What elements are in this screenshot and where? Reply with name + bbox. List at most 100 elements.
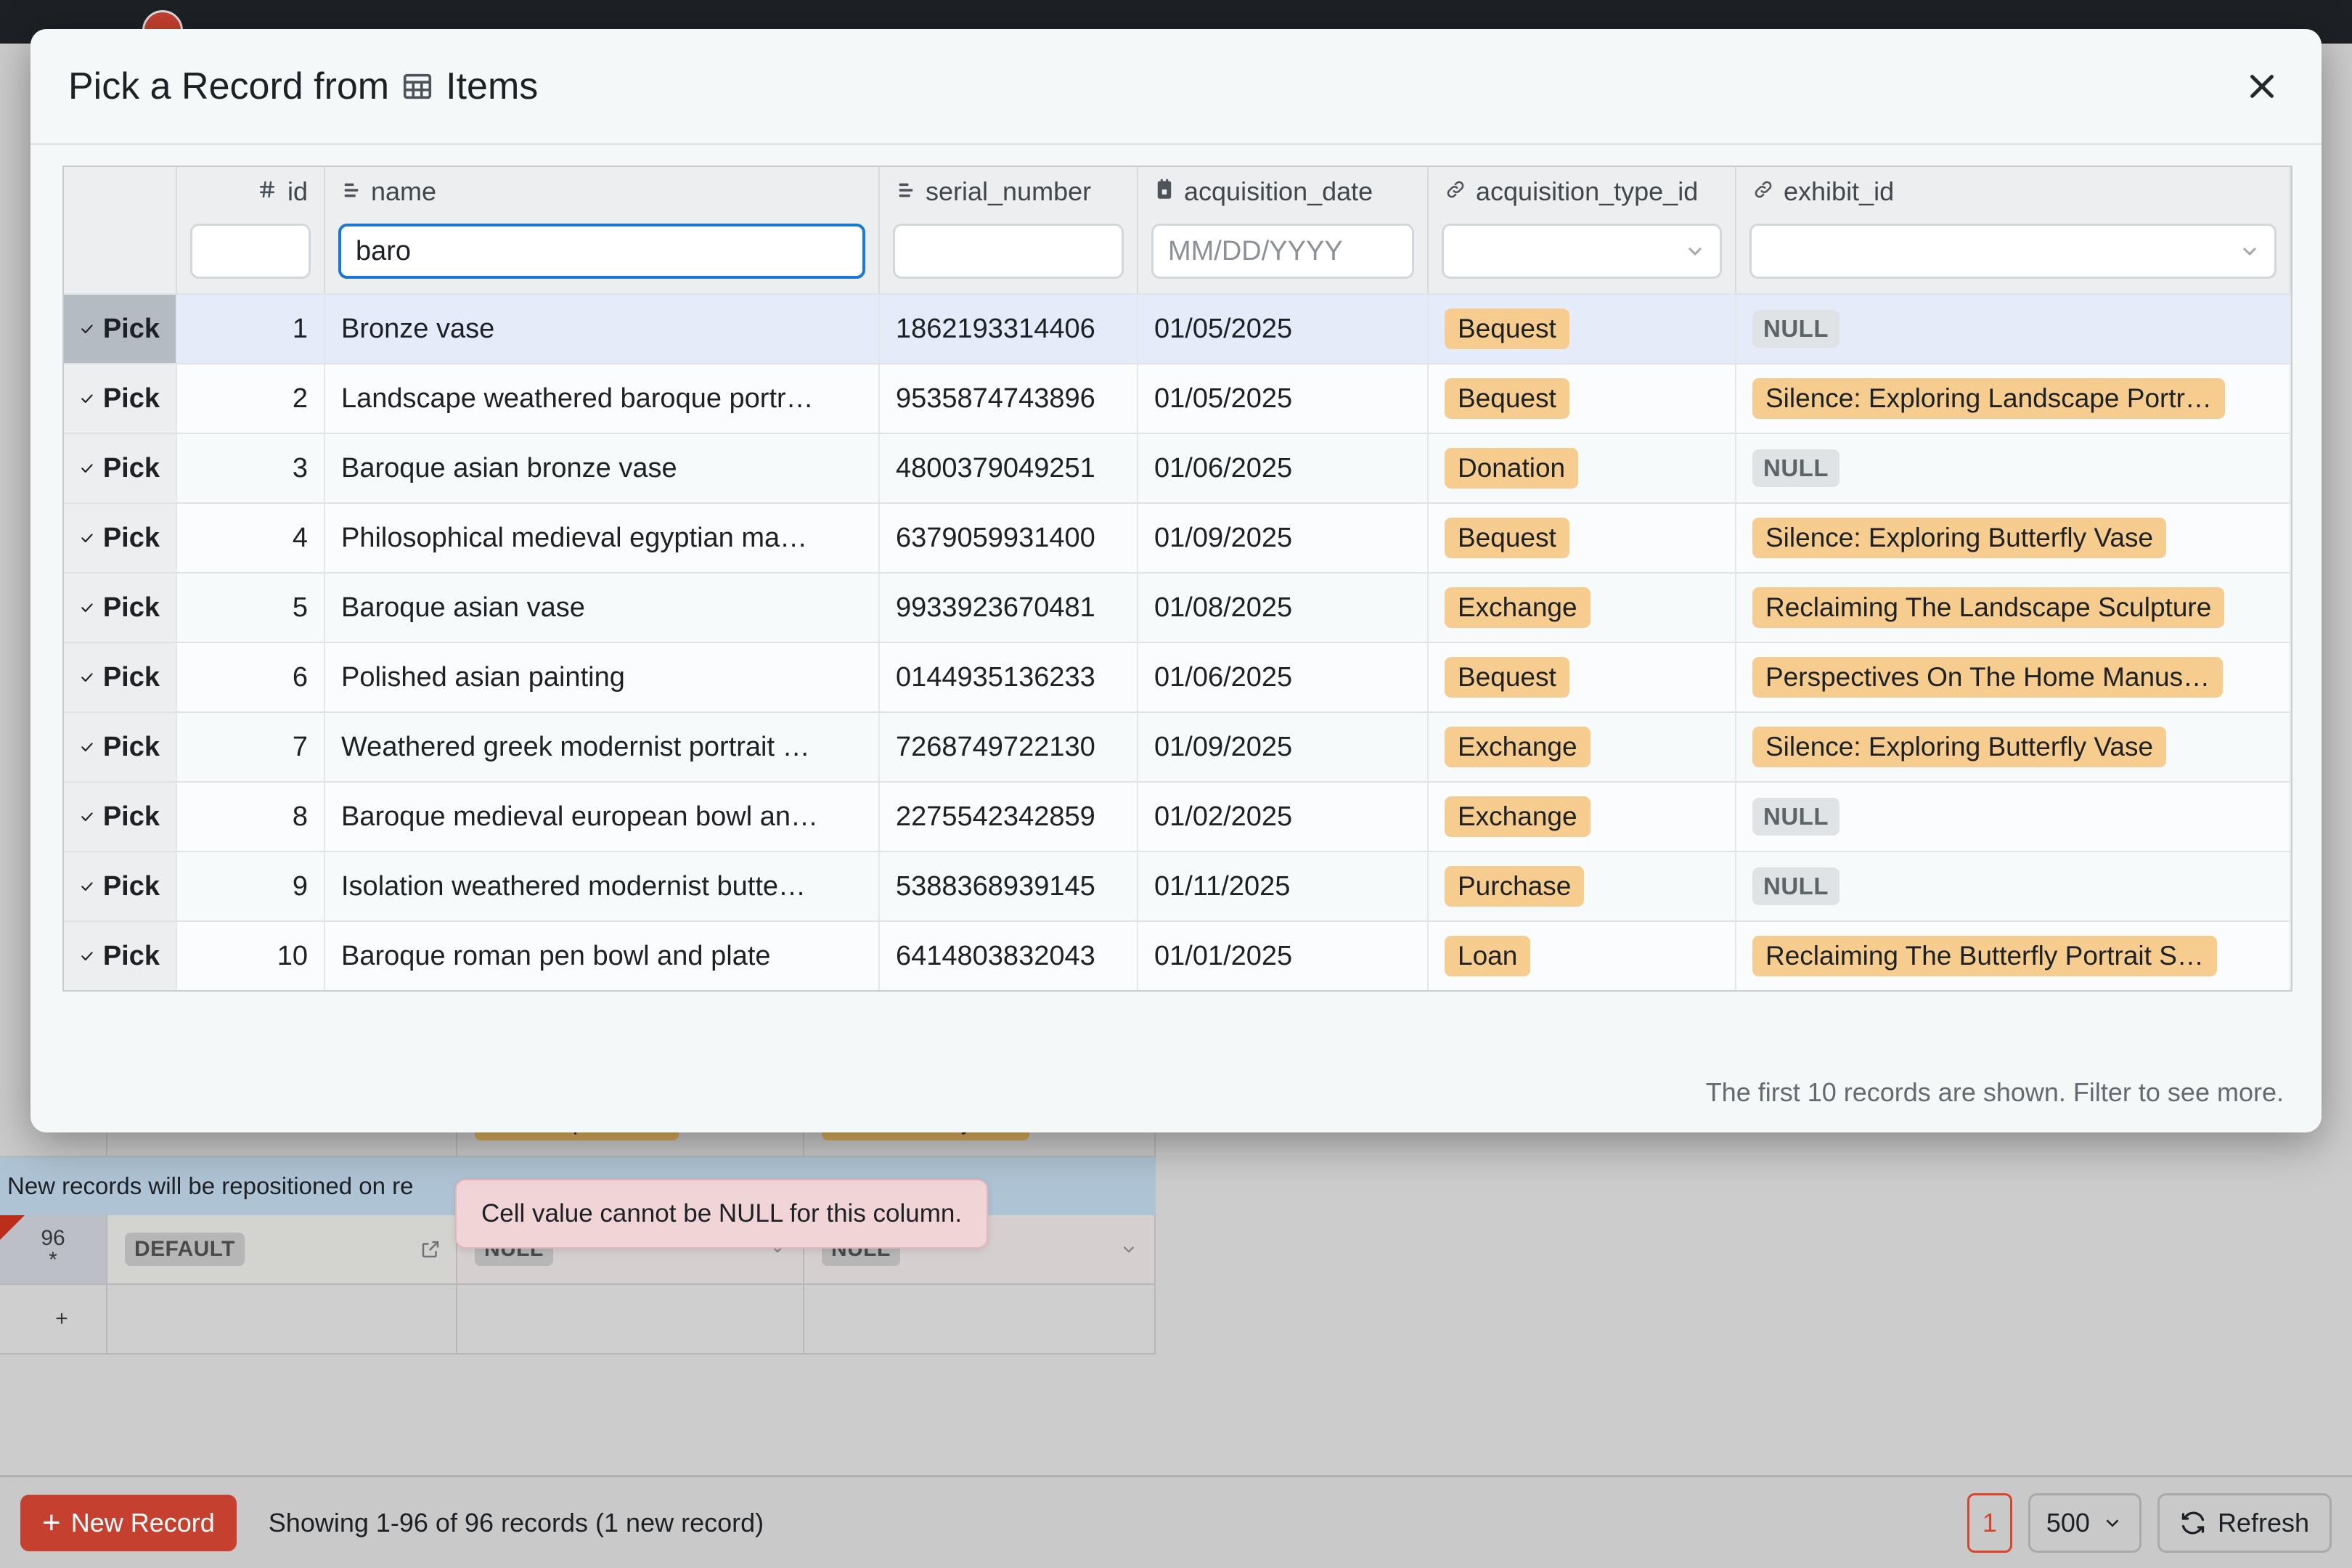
page-number-input[interactable]: 1 [1967,1493,2012,1553]
cell-acquisition-date: 01/06/2025 [1138,643,1429,711]
column-header-pick [64,167,177,216]
table-row[interactable]: Pick 3 Baroque asian bronze vase 4800379049… [64,433,2291,502]
filter-input-acquisition-date[interactable] [1151,224,1414,279]
cell-exhibit: NULL [1736,295,2291,363]
pick-button[interactable]: Pick [64,504,177,572]
column-header-name[interactable]: name [325,167,880,216]
check-icon [81,324,93,334]
filter-cell-serial-number [880,216,1138,293]
filter-input-serial-number[interactable] [893,224,1124,279]
rows-per-page-select[interactable]: 500 [2028,1493,2141,1553]
table-row[interactable]: Pick 8 Baroque medieval european bowl an… 2… [64,781,2291,851]
pick-label: Pick [102,592,160,623]
cell-acquisition-type: Loan [1429,922,1736,990]
cell-name: Isolation weathered modernist butte… [325,852,880,920]
column-header-label: id [287,176,308,206]
pick-button[interactable]: Pick [64,573,177,642]
table-row[interactable]: Pick 2 Landscape weathered baroque portr… 9… [64,363,2291,433]
table-grid-icon [401,70,434,103]
pick-button[interactable]: Pick [64,713,177,781]
column-header-acquisition-date[interactable]: acquisition_date [1138,167,1429,216]
pick-label: Pick [102,801,160,832]
pick-button[interactable]: Pick [64,434,177,502]
cell-exhibit: Reclaiming The Landscape Sculpture [1736,573,2291,642]
cell-exhibit: NULL [1736,434,2291,502]
table-row[interactable]: Pick 1 Bronze vase 1862193314406 01/05/2025 B… [64,293,2291,363]
modal-header: Pick a Record from Items [30,29,2322,145]
cell-acquisition-type: Bequest [1429,504,1736,572]
column-header-exhibit-id[interactable]: exhibit_id [1736,167,2291,216]
pick-button[interactable]: Pick [64,922,177,990]
column-header-acquisition-type-id[interactable]: acquisition_type_id [1429,167,1736,216]
table-row[interactable]: Pick 5 Baroque asian vase 9933923670481 01/0… [64,572,2291,642]
cell-name: Philosophical medieval egyptian ma… [325,504,880,572]
pick-button[interactable]: Pick [64,643,177,711]
table-row[interactable]: Pick 4 Philosophical medieval egyptian ma…… [64,502,2291,572]
check-icon [81,882,93,891]
column-header-label: serial_number [926,176,1092,206]
add-row-plus[interactable]: + [0,1285,107,1355]
row-name-cell-new[interactable]: DEFAULT [107,1215,457,1285]
cell-id: 5 [177,573,325,642]
cell-exhibit: Reclaiming The Butterfly Portrait S… [1736,922,2291,990]
add-row[interactable]: + [0,1285,1156,1355]
column-header-label: exhibit_id [1784,176,1895,206]
filter-select-acquisition-type-id[interactable] [1442,224,1722,279]
cell-serial-number: 4800379049251 [880,434,1138,502]
cell-id: 8 [177,783,325,851]
pick-button[interactable]: Pick [64,783,177,851]
pick-record-grid: id name serial_number acquisition_date a… [62,166,2292,992]
cell-name: Baroque roman pen bowl and plate [325,922,880,990]
row-new-asterisk: * [49,1248,57,1272]
acquisition-type-badge: Bequest [1445,377,1569,420]
hash-icon [256,176,278,207]
column-header-label: acquisition_date [1184,176,1373,206]
column-header-label: name [371,176,437,206]
add-row-name-cell [107,1285,457,1355]
cell-acquisition-type: Bequest [1429,295,1736,363]
cell-name: Bronze vase [325,295,880,363]
filter-input-id[interactable] [190,224,311,279]
page-title: Pick a Record from Items [68,65,538,108]
chevron-down-icon [2106,1519,2119,1527]
filter-select-exhibit-id[interactable] [1749,224,2277,279]
cell-exhibit: Silence: Exploring Landscape Portr… [1736,364,2291,433]
table-row[interactable]: Pick 10 Baroque roman pen bowl and plate 64… [64,920,2291,990]
cell-acquisition-date: 01/11/2025 [1138,852,1429,920]
cell-serial-number: 6414803832043 [880,922,1138,990]
acquisition-type-badge: Purchase [1445,865,1585,907]
pick-label: Pick [102,383,160,414]
table-row[interactable]: Pick 9 Isolation weathered modernist butte… [64,851,2291,920]
column-header-id[interactable]: id [177,167,325,216]
new-record-button[interactable]: + New Record [20,1494,237,1551]
table-row[interactable]: Pick 6 Polished asian painting 014493513623… [64,642,2291,711]
refresh-button[interactable]: Refresh [2157,1493,2332,1553]
check-icon [81,952,93,961]
pick-label: Pick [102,313,160,344]
pick-button[interactable]: Pick [64,364,177,433]
cell-acquisition-type: Exchange [1429,783,1736,851]
column-header-serial-number[interactable]: serial_number [880,167,1138,216]
pick-label: Pick [102,452,160,483]
modal-title-table: Items [446,65,539,107]
cell-acquisition-type: Bequest [1429,643,1736,711]
pick-record-modal: Pick a Record from Items id name serial_… [30,29,2322,1132]
pagination-controls: 1 500 Refresh [1967,1493,2332,1553]
cell-serial-number: 9933923670481 [880,573,1138,642]
cell-id: 3 [177,434,325,502]
exhibit-badge: Reclaiming The Butterfly Portrait S… [1752,935,2217,977]
grid-filter-row [64,216,2291,293]
pick-button[interactable]: Pick [64,295,177,363]
pick-label: Pick [102,661,160,693]
cell-acquisition-date: 01/01/2025 [1138,922,1429,990]
open-external-icon[interactable] [420,1238,441,1260]
record-count-text: Showing 1-96 of 96 records (1 new record… [268,1507,764,1538]
pick-button[interactable]: Pick [64,852,177,920]
pick-label: Pick [102,731,160,762]
close-button[interactable] [2236,60,2288,113]
check-icon [81,464,93,473]
filter-input-name[interactable] [338,224,865,279]
table-row[interactable]: Pick 7 Weathered greek modernist portrait … [64,711,2291,781]
refresh-icon [2181,1511,2205,1534]
cell-id: 7 [177,713,325,781]
